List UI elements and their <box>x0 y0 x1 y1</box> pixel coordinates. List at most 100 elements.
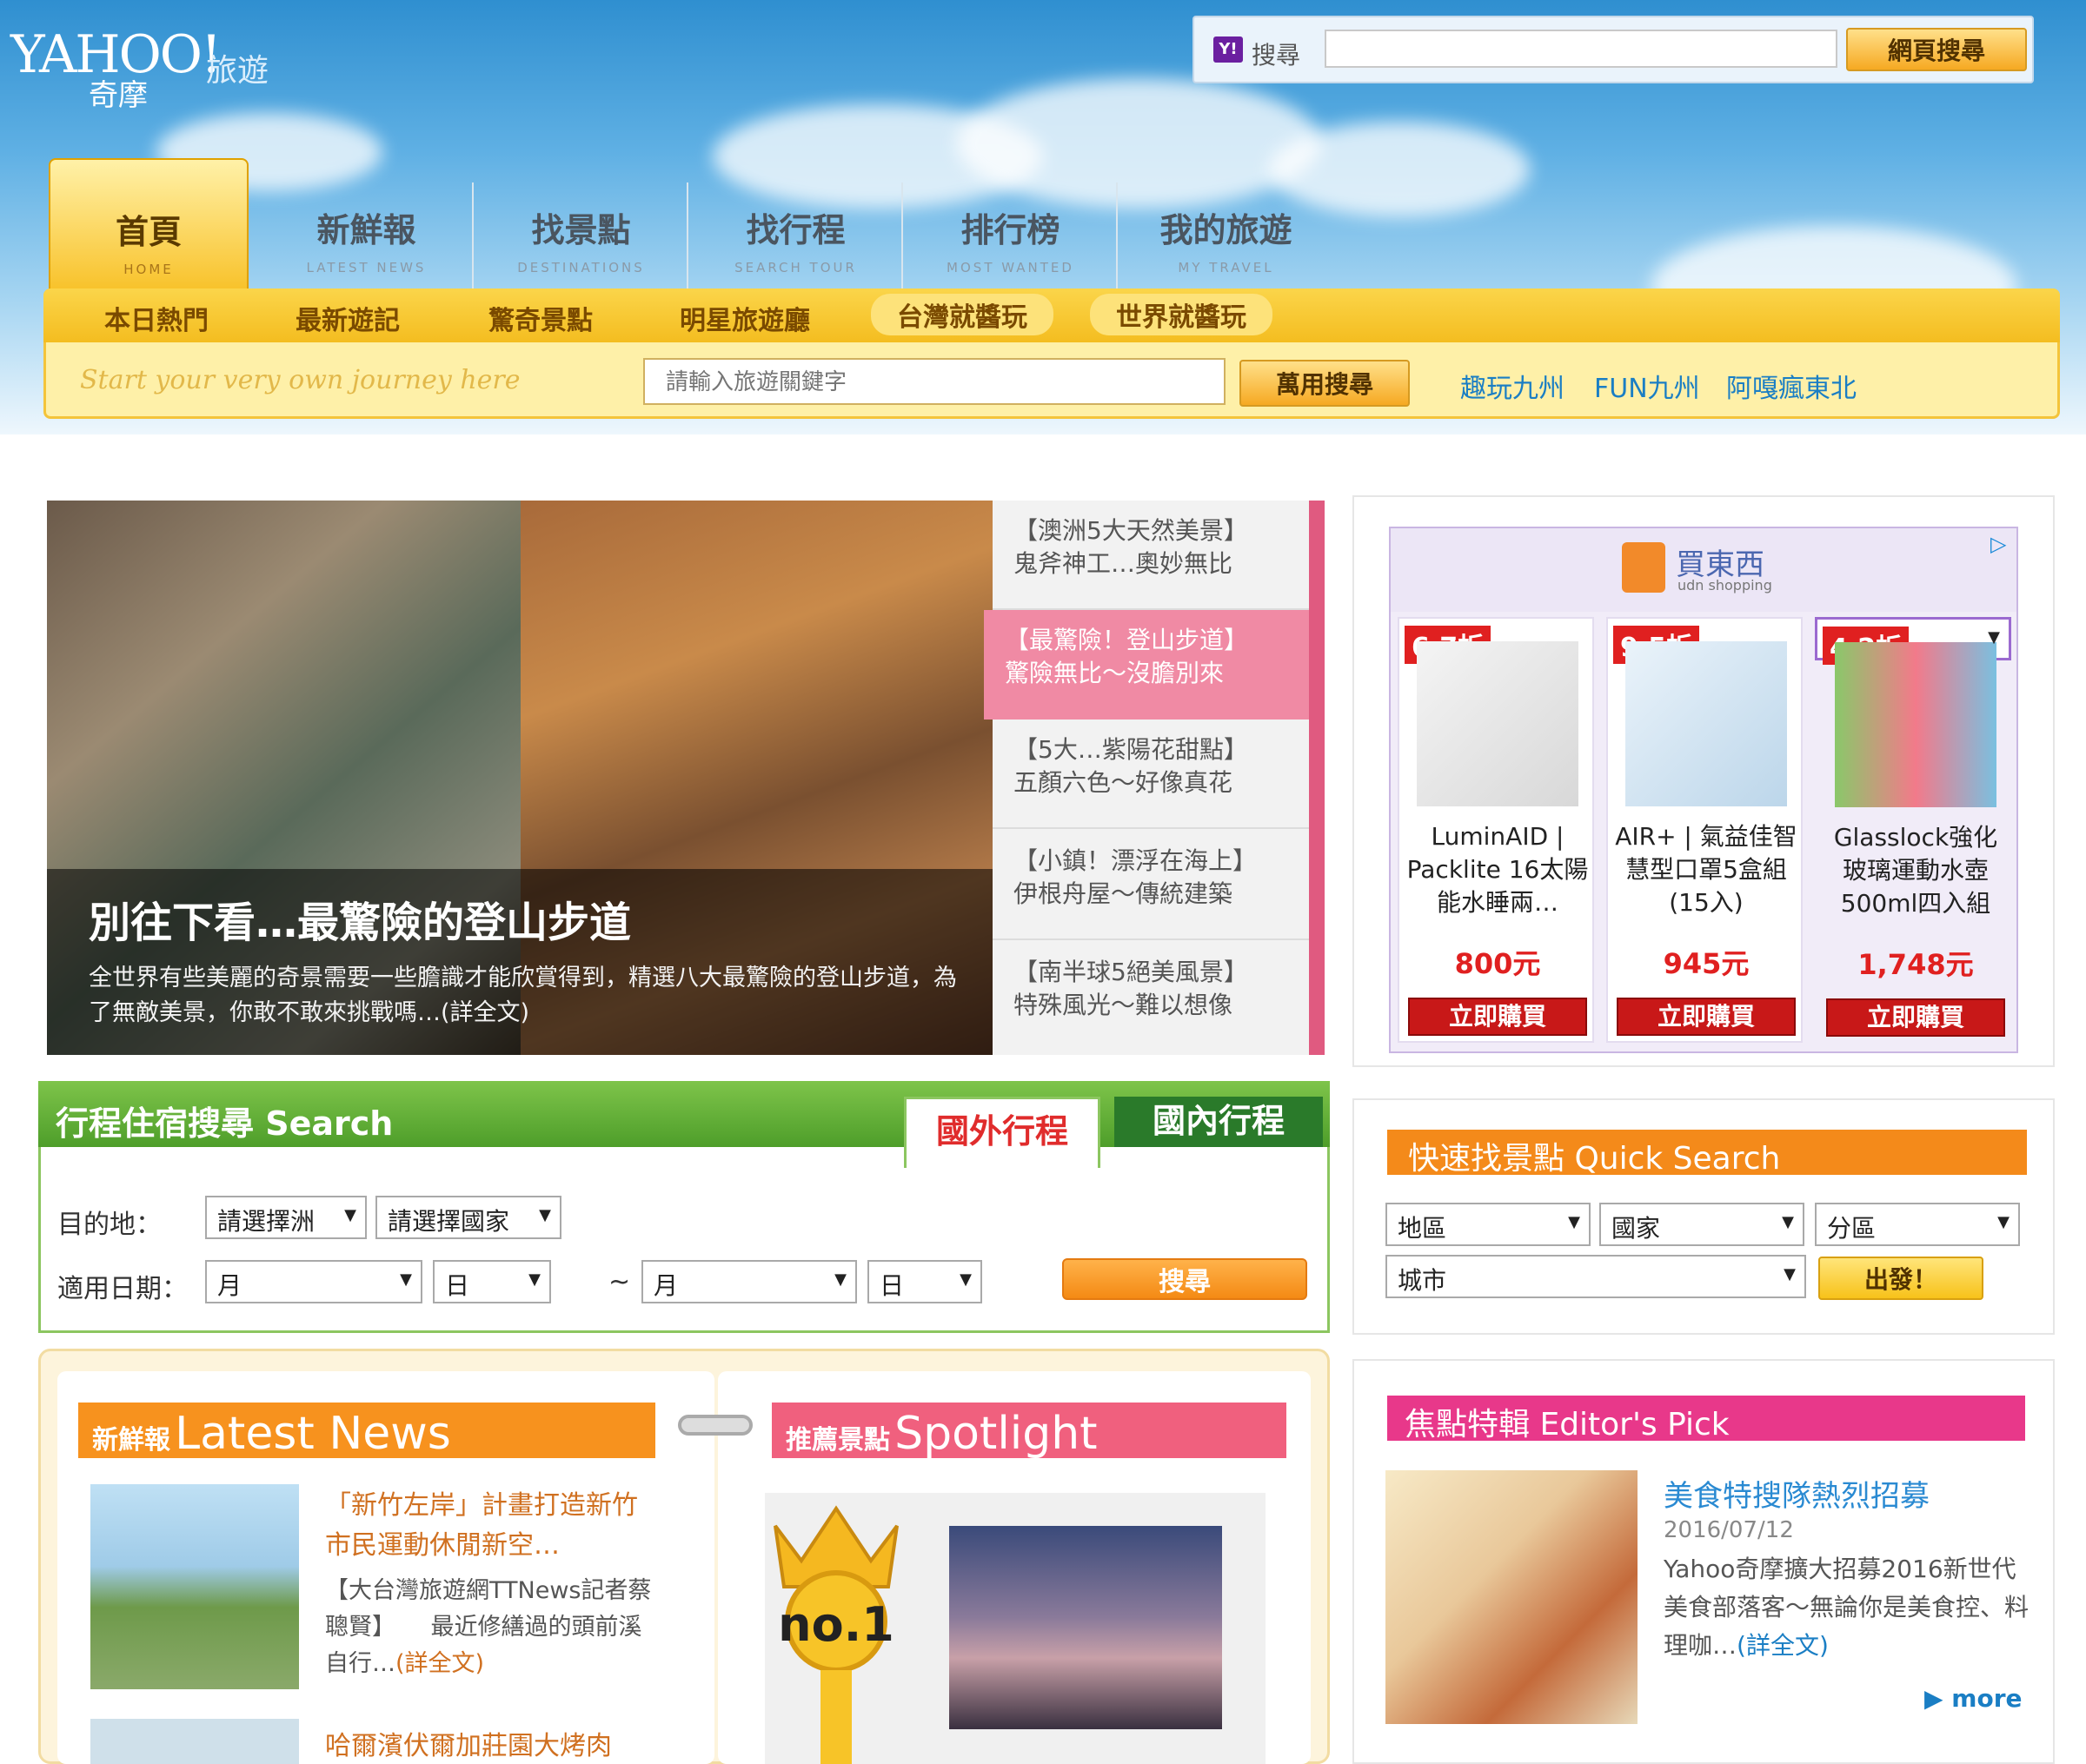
top-search-bar: Y! 搜尋 網頁搜尋 <box>1192 16 2034 83</box>
tour-search-button[interactable]: 搜尋 <box>1062 1258 1307 1300</box>
news-thumbnail[interactable] <box>90 1719 299 1764</box>
subnav-latest-notes[interactable]: 最新遊記 <box>296 299 400 337</box>
tab-latest-news[interactable]: 新鮮報 LATEST NEWS <box>261 182 474 288</box>
list-item-line: 【5大…紫陽花甜點】 <box>1013 735 1248 764</box>
tab-label: 找行程 <box>746 211 846 249</box>
spotlight-title-en: Spotlight <box>894 1408 1098 1460</box>
tab-label: 排行榜 <box>960 211 1060 249</box>
editors-pick-date: 2016/07/12 <box>1664 1517 1794 1543</box>
web-search-button[interactable]: 網頁搜尋 <box>1846 28 2027 71</box>
destination-label: 目的地： <box>57 1210 162 1240</box>
tab-search-tour[interactable]: 找行程 SEARCH TOUR <box>690 182 903 288</box>
country-select[interactable]: 國家 <box>1599 1203 1804 1246</box>
more-link[interactable]: ▶ more <box>1924 1684 2023 1713</box>
buy-now-button[interactable]: 立即購買 <box>1408 998 1587 1036</box>
slogan: Start your very own journey here <box>80 365 521 395</box>
editors-pick-more-link[interactable]: (詳全文) <box>1737 1631 1829 1660</box>
news-thumbnail[interactable] <box>90 1484 299 1689</box>
district-select[interactable]: 分區 <box>1815 1203 2020 1246</box>
list-item-line: 【南半球5絕美風景】 <box>1013 958 1248 986</box>
sub-nav: 本日熱門 最新遊記 驚奇景點 明星旅遊廳 台灣就醬玩 世界就醬玩 <box>43 288 2060 342</box>
list-accent-bar <box>1309 501 1325 1055</box>
latest-news-title[interactable]: 新鮮報 Latest News <box>92 1408 451 1460</box>
tab-home[interactable]: 首頁 HOME <box>49 158 249 290</box>
ribbon-shape <box>820 1670 852 1764</box>
tab-sublabel: HOME <box>123 262 174 277</box>
product-name: AIR+ | 氣益佳智慧型口罩5盒組(15入) <box>1615 822 1797 917</box>
spotlight-title-cn: 推薦景點 <box>786 1425 890 1456</box>
tab-sublabel: DESTINATIONS <box>517 260 645 275</box>
subnav-taiwan-fun[interactable]: 台灣就醬玩 <box>871 294 1053 335</box>
travel-search-input[interactable] <box>643 358 1226 405</box>
list-item-line: 【小鎮！漂浮在海上】 <box>1013 846 1258 875</box>
list-item-line: 【澳洲5大天然美景】 <box>1013 516 1248 545</box>
quick-search-go-button[interactable]: 出發！ <box>1818 1257 1983 1300</box>
tab-my-travel[interactable]: 我的旅遊 MY TRAVEL <box>1119 182 1332 288</box>
list-item-line: 鬼斧神工…奧妙無比 <box>1013 549 1233 578</box>
list-item[interactable]: 【小鎮！漂浮在海上】 伊根舟屋～傳統建築 <box>993 831 1311 940</box>
spotlight-title[interactable]: 推薦景點 Spotlight <box>786 1408 1098 1460</box>
subnav-today-hot[interactable]: 本日熱門 <box>104 299 209 337</box>
list-item-line: 伊根舟屋～傳統建築 <box>1013 879 1233 908</box>
list-item[interactable]: 【澳洲5大天然美景】 鬼斧神工…奧妙無比 <box>993 501 1311 610</box>
news-summary: 【大台灣旅遊網TTNews記者蔡聰賢】 最近修繕過的頭前溪自行…(詳全文) <box>325 1573 655 1682</box>
ad-product-card[interactable]: 9.5折 AIR+ | 氣益佳智慧型口罩5盒組(15入) 945元 立即購買 <box>1606 617 1803 1043</box>
region-select[interactable]: 地區 <box>1385 1203 1591 1246</box>
editors-pick-image[interactable] <box>1385 1470 1638 1724</box>
tab-domestic-tour[interactable]: 國內行程 <box>1114 1097 1323 1147</box>
list-item[interactable]: 【5大…紫陽花甜點】 五顏六色～好像真花 <box>993 720 1311 829</box>
news-more-link[interactable]: (詳全文) <box>395 1650 484 1677</box>
product-price: 1,748元 <box>1857 948 1974 981</box>
country-select[interactable]: 請選擇國家 <box>375 1196 561 1239</box>
top-search-input[interactable] <box>1325 30 1837 68</box>
quick-link-fun-kyushu[interactable]: FUN九州 <box>1594 367 1700 405</box>
tab-sublabel: LATEST NEWS <box>306 260 427 275</box>
list-item-line: 五顏六色～好像真花 <box>1013 768 1233 797</box>
hero-story-list: 【澳洲5大天然美景】 鬼斧神工…奧妙無比 【最驚險！登山步道】 驚險無比～沒膽別來 … <box>984 501 1325 1055</box>
continent-select[interactable]: 請選擇洲 <box>205 1196 367 1239</box>
main-nav: 首頁 HOME 新鮮報 LATEST NEWS 找景點 DESTINATIONS… <box>49 158 2051 290</box>
subnav-amazing-spots[interactable]: 驚奇景點 <box>488 299 593 337</box>
editors-pick-headline[interactable]: 美食特搜隊熱烈招募 <box>1664 1472 1930 1515</box>
hero-title[interactable]: 別往下看…最驚險的登山步道 <box>89 888 631 949</box>
subnav-world-fun[interactable]: 世界就醬玩 <box>1090 294 1272 335</box>
news-headline[interactable]: 哈爾濱伏爾加莊園大烤肉 <box>325 1724 655 1762</box>
medal-rank: no.1 <box>778 1597 894 1652</box>
tab-destinations[interactable]: 找景點 DESTINATIONS <box>475 182 688 288</box>
start-month-select[interactable]: 月 <box>205 1260 422 1303</box>
news-headline[interactable]: 「新竹左岸」計畫打造新竹市民運動休閒新空… <box>325 1486 655 1566</box>
product-name: LuminAID | Packlite 16太陽能水睡兩… <box>1406 822 1589 917</box>
yahoo-travel-logo[interactable]: YAHOO! 奇摩 旅遊 <box>10 24 297 120</box>
hero-more-link[interactable]: (詳全文) <box>441 999 529 1026</box>
tab-label: 找景點 <box>531 211 631 249</box>
list-item-line: 驚險無比～沒膽別來 <box>1005 659 1225 687</box>
subnav-star-travel[interactable]: 明星旅遊廳 <box>680 299 810 337</box>
start-day-select[interactable]: 日 <box>433 1260 551 1303</box>
ad-choices-icon[interactable]: ▷ <box>1990 532 2006 556</box>
end-day-select[interactable]: 日 <box>867 1260 982 1303</box>
logo-sub: 奇摩 <box>89 78 148 113</box>
list-item-line: 【最驚險！登山步道】 <box>1005 626 1249 654</box>
ad-product-card[interactable]: 6.7折 LuminAID | Packlite 16太陽能水睡兩… 800元 … <box>1398 617 1594 1043</box>
universal-search-button[interactable]: 萬用搜尋 <box>1239 360 1410 407</box>
buy-now-button[interactable]: 立即購買 <box>1826 998 2005 1037</box>
city-select[interactable]: 城市 <box>1385 1255 1806 1298</box>
date-label: 適用日期： <box>57 1274 188 1304</box>
buy-now-button[interactable]: 立即購買 <box>1617 998 1796 1036</box>
date-range-separator: ~ <box>608 1267 631 1297</box>
tab-overseas-tour[interactable]: 國外行程 <box>904 1097 1100 1168</box>
editors-pick-body: Yahoo奇摩擴大招募2016新世代美食部落客～無論你是美食控、料理咖…(詳全文… <box>1664 1550 2029 1665</box>
end-month-select[interactable]: 月 <box>641 1260 857 1303</box>
spotlight-photo[interactable] <box>949 1526 1222 1729</box>
hero-description: 全世界有些美麗的奇景需要一些膽識才能欣賞得到，精選八大最驚險的登山步道，為了無敵… <box>89 961 958 1031</box>
list-item-active[interactable]: 【最驚險！登山步道】 驚險無比～沒膽別來 <box>984 610 1319 720</box>
yahoo-mini-logo-icon: Y! <box>1213 36 1243 63</box>
list-item[interactable]: 【南半球5絕美風景】 特殊風光～難以想像 <box>993 942 1311 1051</box>
ad-product-card[interactable]: 4.2折 Glasslock強化玻璃運動水壺500ml四入組 1,748元 立即… <box>1815 617 2011 1037</box>
quick-link-kyushu[interactable]: 趣玩九州 <box>1460 367 1564 405</box>
hero-slideshow[interactable]: 別往下看…最驚險的登山步道 全世界有些美麗的奇景需要一些膽識才能欣賞得到，精選八… <box>47 501 993 1055</box>
tab-most-wanted[interactable]: 排行榜 MOST WANTED <box>905 182 1118 288</box>
quick-link-tohoku[interactable]: 阿嘎瘋東北 <box>1726 367 1857 405</box>
tab-sublabel: MY TRAVEL <box>1178 260 1274 275</box>
news-title-en: Latest News <box>175 1408 451 1460</box>
